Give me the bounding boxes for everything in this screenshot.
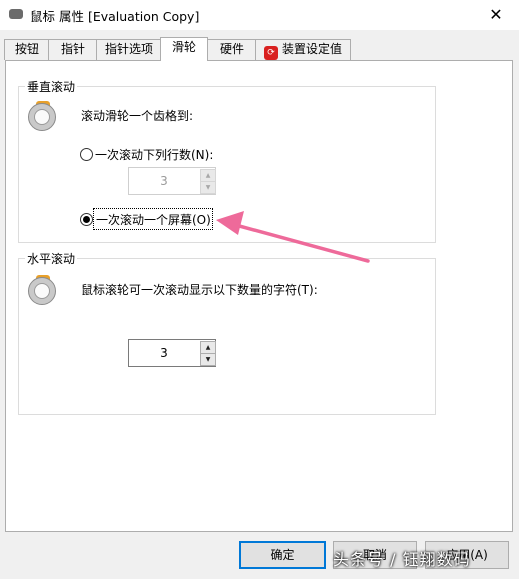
watermark: 头条号 / 钰翔数码 [333, 550, 471, 569]
ok-button[interactable]: 确定 [239, 541, 326, 569]
annotation-arrow-icon [216, 211, 370, 263]
tab-wheel[interactable]: 滑轮 [160, 37, 208, 61]
